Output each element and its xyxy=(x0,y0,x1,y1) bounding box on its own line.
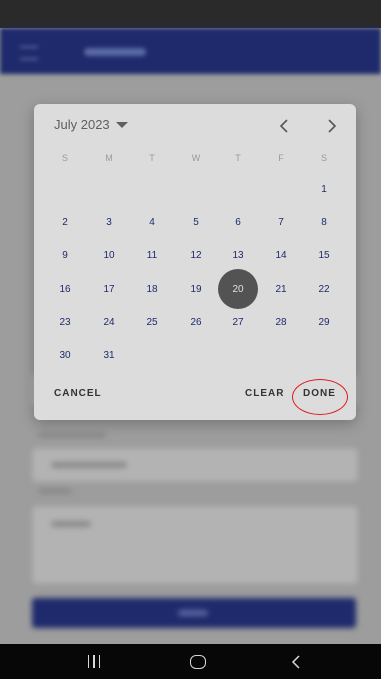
background-label-line xyxy=(38,488,72,494)
calendar-day[interactable]: 22 xyxy=(308,273,340,305)
calendar-day[interactable]: 10 xyxy=(93,239,125,271)
calendar-day[interactable]: 18 xyxy=(136,273,168,305)
recents-icon xyxy=(87,655,101,668)
chevron-right-icon xyxy=(328,119,337,133)
month-year-selector[interactable]: July 2023 xyxy=(54,117,128,132)
background-notes-placeholder-line xyxy=(51,521,91,527)
background-date-field xyxy=(32,448,358,482)
background-date-value-line xyxy=(51,462,127,468)
calendar-day[interactable]: 13 xyxy=(222,239,254,271)
calendar-day[interactable]: 25 xyxy=(136,306,168,338)
calendar-day[interactable]: 12 xyxy=(180,239,212,271)
calendar-day[interactable]: 23 xyxy=(49,306,81,338)
cancel-button[interactable]: CANCEL xyxy=(54,388,102,400)
home-icon xyxy=(190,654,206,669)
calendar-day[interactable]: 15 xyxy=(308,239,340,271)
next-month-button[interactable] xyxy=(320,114,344,138)
calendar-day[interactable]: 6 xyxy=(222,206,254,238)
weekday-header: S xyxy=(320,153,327,163)
calendar-day[interactable]: 3 xyxy=(93,206,125,238)
calendar-day[interactable]: 24 xyxy=(93,306,125,338)
menu-icon xyxy=(20,46,38,60)
weekday-header: S xyxy=(61,153,68,163)
calendar-day[interactable]: 26 xyxy=(180,306,212,338)
calendar-day[interactable]: 27 xyxy=(222,306,254,338)
done-button[interactable]: DONE xyxy=(303,388,336,400)
background-submit-button xyxy=(32,598,356,628)
app-bar-title-blurred xyxy=(84,48,146,56)
clear-button[interactable]: CLEAR xyxy=(245,388,284,400)
calendar-day[interactable]: 4 xyxy=(136,206,168,238)
weekday-header: M xyxy=(105,153,113,163)
calendar-day[interactable]: 16 xyxy=(49,273,81,305)
background-label-line xyxy=(38,432,106,438)
weekday-header: F xyxy=(278,153,284,163)
calendar-day[interactable]: 14 xyxy=(265,239,297,271)
calendar-day[interactable]: 28 xyxy=(265,306,297,338)
calendar-day[interactable]: 5 xyxy=(180,206,212,238)
calendar-day[interactable]: 7 xyxy=(265,206,297,238)
recents-button[interactable] xyxy=(64,644,124,679)
calendar-day[interactable]: 2 xyxy=(49,206,81,238)
date-picker-dialog: July 2023 S M T W T F S 1 2 3 4 5 6 7 8 9 10 11 12 13 14 15 16… xyxy=(34,104,356,420)
calendar-day[interactable]: 8 xyxy=(308,206,340,238)
back-button[interactable] xyxy=(266,644,326,679)
calendar-day[interactable]: 1 xyxy=(308,173,340,205)
status-bar xyxy=(0,0,381,28)
weekday-header: T xyxy=(235,153,241,163)
calendar-day[interactable]: 19 xyxy=(180,273,212,305)
chevron-left-icon xyxy=(279,119,288,133)
system-navigation-bar xyxy=(0,644,381,679)
calendar-day[interactable]: 30 xyxy=(49,339,81,371)
selected-day[interactable]: 20 xyxy=(218,269,258,309)
calendar-day[interactable]: 29 xyxy=(308,306,340,338)
phone-screen: July 2023 S M T W T F S 1 2 3 4 5 6 7 8 9 10 11 12 13 14 15 16… xyxy=(0,0,381,679)
background-submit-label-blurred xyxy=(178,610,208,616)
back-icon xyxy=(291,654,300,669)
month-year-label: July 2023 xyxy=(54,117,110,132)
background-notes-field xyxy=(32,506,358,584)
home-button[interactable] xyxy=(168,644,228,679)
caret-down-icon xyxy=(115,121,128,128)
calendar-day[interactable]: 21 xyxy=(265,273,297,305)
calendar-day[interactable]: 17 xyxy=(93,273,125,305)
weekday-header: W xyxy=(191,153,201,163)
app-bar xyxy=(0,28,381,74)
weekday-header: T xyxy=(149,153,155,163)
calendar-day[interactable]: 9 xyxy=(49,239,81,271)
calendar-day[interactable]: 31 xyxy=(93,339,125,371)
calendar-day[interactable]: 11 xyxy=(136,239,168,271)
previous-month-button[interactable] xyxy=(272,114,296,138)
